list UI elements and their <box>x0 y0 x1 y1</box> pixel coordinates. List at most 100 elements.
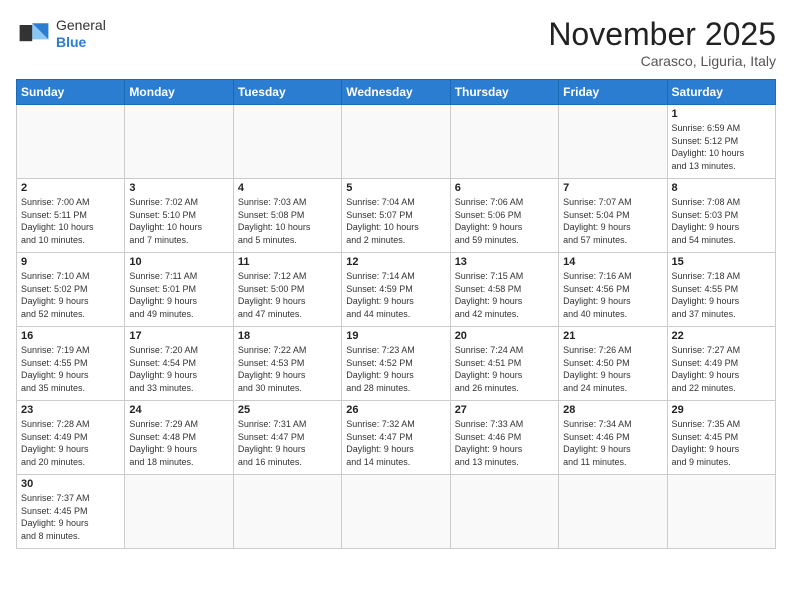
col-tuesday: Tuesday <box>233 80 341 105</box>
header: General Blue November 2025 Carasco, Ligu… <box>16 16 776 69</box>
calendar-cell: 29 Sunrise: 7:35 AM Sunset: 4:45 PM Dayli… <box>667 401 775 475</box>
calendar-cell: 2 Sunrise: 7:00 AM Sunset: 5:11 PM Daylig… <box>17 179 125 253</box>
logo-text: General Blue <box>56 17 106 51</box>
day-number: 29 <box>672 404 771 416</box>
day-number: 2 <box>21 182 120 194</box>
calendar-week-2: 9Sunrise: 7:10 AM Sunset: 5:02 PM Daylig… <box>17 253 776 327</box>
day-info: Sunrise: 7:29 AM Sunset: 4:48 PM Dayligh… <box>129 418 228 468</box>
day-number: 26 <box>346 404 445 416</box>
day-number: 8 <box>672 182 771 194</box>
calendar-cell: 21 Sunrise: 7:26 AM Sunset: 4:50 PM Dayli… <box>559 327 667 401</box>
day-info: Sunrise: 7:18 AM Sunset: 4:55 PM Dayligh… <box>672 270 771 320</box>
day-info: Sunrise: 7:14 AM Sunset: 4:59 PM Dayligh… <box>346 270 445 320</box>
day-number: 17 <box>129 330 228 342</box>
day-info: Sunrise: 7:10 AM Sunset: 5:02 PM Dayligh… <box>21 270 120 320</box>
day-number: 1 <box>672 108 771 120</box>
day-info: Sunrise: 6:59 AM Sunset: 5:12 PM Dayligh… <box>672 122 771 172</box>
day-number: 27 <box>455 404 554 416</box>
calendar-cell <box>342 105 450 179</box>
day-info: Sunrise: 7:22 AM Sunset: 4:53 PM Dayligh… <box>238 344 337 394</box>
title-block: November 2025 Carasco, Liguria, Italy <box>548 16 776 69</box>
day-info: Sunrise: 7:07 AM Sunset: 5:04 PM Dayligh… <box>563 196 662 246</box>
calendar-cell: 26 Sunrise: 7:32 AM Sunset: 4:47 PM Dayli… <box>342 401 450 475</box>
calendar-cell: 4Sunrise: 7:03 AM Sunset: 5:08 PM Daylig… <box>233 179 341 253</box>
calendar-cell: 11Sunrise: 7:12 AM Sunset: 5:00 PM Dayli… <box>233 253 341 327</box>
day-info: Sunrise: 7:35 AM Sunset: 4:45 PM Dayligh… <box>672 418 771 468</box>
day-info: Sunrise: 7:32 AM Sunset: 4:47 PM Dayligh… <box>346 418 445 468</box>
day-info: Sunrise: 7:34 AM Sunset: 4:46 PM Dayligh… <box>563 418 662 468</box>
col-friday: Friday <box>559 80 667 105</box>
calendar-cell: 10 Sunrise: 7:11 AM Sunset: 5:01 PM Dayli… <box>125 253 233 327</box>
calendar-week-1: 2 Sunrise: 7:00 AM Sunset: 5:11 PM Daylig… <box>17 179 776 253</box>
calendar-cell: 5Sunrise: 7:04 AM Sunset: 5:07 PM Daylig… <box>342 179 450 253</box>
calendar-cell: 18Sunrise: 7:22 AM Sunset: 4:53 PM Dayli… <box>233 327 341 401</box>
day-info: Sunrise: 7:11 AM Sunset: 5:01 PM Dayligh… <box>129 270 228 320</box>
calendar-cell: 23Sunrise: 7:28 AM Sunset: 4:49 PM Dayli… <box>17 401 125 475</box>
calendar-cell <box>125 475 233 549</box>
day-number: 14 <box>563 256 662 268</box>
col-wednesday: Wednesday <box>342 80 450 105</box>
logo-icon <box>16 16 52 52</box>
calendar-cell: 19Sunrise: 7:23 AM Sunset: 4:52 PM Dayli… <box>342 327 450 401</box>
day-number: 13 <box>455 256 554 268</box>
day-number: 24 <box>129 404 228 416</box>
calendar-cell: 1 Sunrise: 6:59 AM Sunset: 5:12 PM Daylig… <box>667 105 775 179</box>
calendar-cell: 30Sunrise: 7:37 AM Sunset: 4:45 PM Dayli… <box>17 475 125 549</box>
day-info: Sunrise: 7:16 AM Sunset: 4:56 PM Dayligh… <box>563 270 662 320</box>
day-info: Sunrise: 7:06 AM Sunset: 5:06 PM Dayligh… <box>455 196 554 246</box>
day-info: Sunrise: 7:28 AM Sunset: 4:49 PM Dayligh… <box>21 418 120 468</box>
calendar-cell <box>667 475 775 549</box>
day-number: 19 <box>346 330 445 342</box>
calendar-cell <box>125 105 233 179</box>
day-number: 21 <box>563 330 662 342</box>
calendar-cell: 13 Sunrise: 7:15 AM Sunset: 4:58 PM Dayli… <box>450 253 558 327</box>
calendar-cell: 24 Sunrise: 7:29 AM Sunset: 4:48 PM Dayli… <box>125 401 233 475</box>
day-info: Sunrise: 7:33 AM Sunset: 4:46 PM Dayligh… <box>455 418 554 468</box>
day-info: Sunrise: 7:26 AM Sunset: 4:50 PM Dayligh… <box>563 344 662 394</box>
calendar-cell: 12 Sunrise: 7:14 AM Sunset: 4:59 PM Dayli… <box>342 253 450 327</box>
calendar-cell <box>17 105 125 179</box>
day-number: 25 <box>238 404 337 416</box>
calendar-cell <box>450 105 558 179</box>
month-title: November 2025 <box>548 16 776 53</box>
day-number: 5 <box>346 182 445 194</box>
day-info: Sunrise: 7:00 AM Sunset: 5:11 PM Dayligh… <box>21 196 120 246</box>
calendar-cell: 3Sunrise: 7:02 AM Sunset: 5:10 PM Daylig… <box>125 179 233 253</box>
calendar-cell: 27 Sunrise: 7:33 AM Sunset: 4:46 PM Dayli… <box>450 401 558 475</box>
col-thursday: Thursday <box>450 80 558 105</box>
calendar-header-row: Sunday Monday Tuesday Wednesday Thursday… <box>17 80 776 105</box>
calendar-week-3: 16Sunrise: 7:19 AM Sunset: 4:55 PM Dayli… <box>17 327 776 401</box>
location: Carasco, Liguria, Italy <box>548 53 776 69</box>
calendar-cell: 15Sunrise: 7:18 AM Sunset: 4:55 PM Dayli… <box>667 253 775 327</box>
calendar-cell: 6Sunrise: 7:06 AM Sunset: 5:06 PM Daylig… <box>450 179 558 253</box>
calendar-cell: 14 Sunrise: 7:16 AM Sunset: 4:56 PM Dayli… <box>559 253 667 327</box>
logo: General Blue <box>16 16 106 52</box>
col-monday: Monday <box>125 80 233 105</box>
calendar-cell: 7 Sunrise: 7:07 AM Sunset: 5:04 PM Daylig… <box>559 179 667 253</box>
calendar-cell <box>559 105 667 179</box>
day-number: 12 <box>346 256 445 268</box>
day-info: Sunrise: 7:12 AM Sunset: 5:00 PM Dayligh… <box>238 270 337 320</box>
col-sunday: Sunday <box>17 80 125 105</box>
day-number: 16 <box>21 330 120 342</box>
day-number: 28 <box>563 404 662 416</box>
day-number: 3 <box>129 182 228 194</box>
day-number: 7 <box>563 182 662 194</box>
day-info: Sunrise: 7:31 AM Sunset: 4:47 PM Dayligh… <box>238 418 337 468</box>
calendar-cell: 20Sunrise: 7:24 AM Sunset: 4:51 PM Dayli… <box>450 327 558 401</box>
day-number: 10 <box>129 256 228 268</box>
calendar-cell <box>233 475 341 549</box>
calendar-table: Sunday Monday Tuesday Wednesday Thursday… <box>16 79 776 549</box>
calendar-cell: 9Sunrise: 7:10 AM Sunset: 5:02 PM Daylig… <box>17 253 125 327</box>
calendar-cell <box>233 105 341 179</box>
day-info: Sunrise: 7:08 AM Sunset: 5:03 PM Dayligh… <box>672 196 771 246</box>
calendar-cell <box>559 475 667 549</box>
day-info: Sunrise: 7:03 AM Sunset: 5:08 PM Dayligh… <box>238 196 337 246</box>
calendar-cell: 22Sunrise: 7:27 AM Sunset: 4:49 PM Dayli… <box>667 327 775 401</box>
calendar-week-4: 23Sunrise: 7:28 AM Sunset: 4:49 PM Dayli… <box>17 401 776 475</box>
day-number: 30 <box>21 478 120 490</box>
day-number: 22 <box>672 330 771 342</box>
calendar-week-5: 30Sunrise: 7:37 AM Sunset: 4:45 PM Dayli… <box>17 475 776 549</box>
calendar-cell: 8 Sunrise: 7:08 AM Sunset: 5:03 PM Daylig… <box>667 179 775 253</box>
day-info: Sunrise: 7:15 AM Sunset: 4:58 PM Dayligh… <box>455 270 554 320</box>
